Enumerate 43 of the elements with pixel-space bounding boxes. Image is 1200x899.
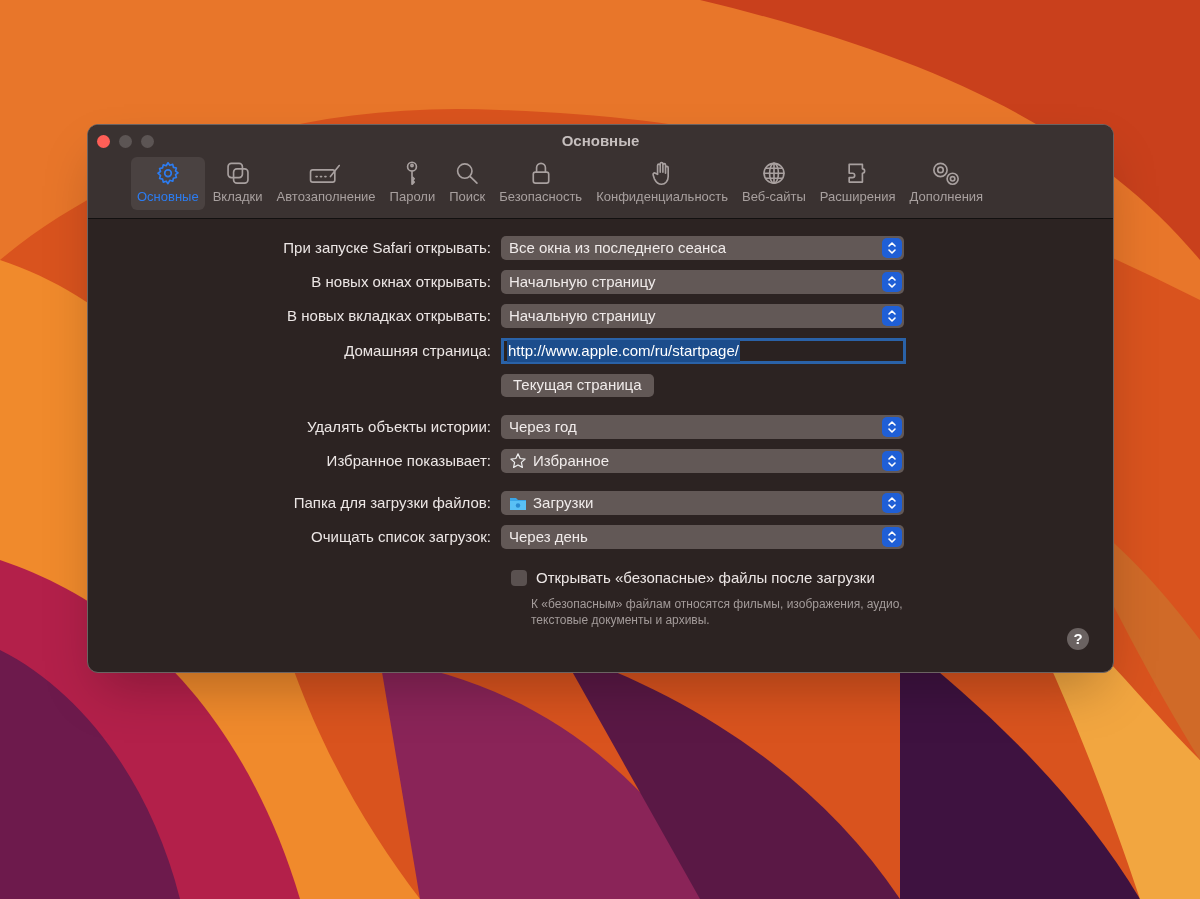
toolbar-tab[interactable]: Пароли	[383, 157, 442, 210]
popup-button[interactable]: Начальную страницу	[501, 270, 904, 294]
row-label: Очищать список загрузок:	[311, 528, 491, 545]
window-title: Основные	[561, 130, 640, 151]
toolbar-tab[interactable]: Конфиденциальность	[590, 157, 735, 210]
toolbar-tab[interactable]: Дополнения	[903, 157, 990, 210]
toolbar-tab[interactable]: Поиск	[443, 157, 492, 210]
popup-button[interactable]: Через год	[501, 415, 904, 439]
chevrons-icon	[882, 417, 902, 437]
folder-icon	[509, 495, 527, 511]
checkbox-label: Открывать «безопасные» файлы после загрузки	[536, 568, 875, 588]
row-label: В новых окнах открывать:	[311, 273, 491, 290]
chevrons-icon	[882, 238, 902, 258]
popup-button[interactable]: Все окна из последнего сеанса	[501, 236, 904, 260]
popup-button[interactable]: Через день	[501, 525, 904, 549]
row-label: При запуске Safari открывать:	[283, 239, 491, 256]
zoom-button[interactable]	[141, 134, 154, 148]
toolbar-tab[interactable]: Расширения	[813, 157, 902, 210]
popup-button[interactable]: Избранное	[501, 449, 904, 473]
help-button[interactable]: ?	[1067, 628, 1089, 650]
chevrons-icon	[882, 272, 902, 292]
popup-button[interactable]: Загрузки	[501, 491, 904, 515]
row-label: Папка для загрузки файлов:	[293, 494, 491, 511]
checkbox[interactable]	[511, 570, 527, 587]
toolbar-tab[interactable]: Вкладки	[206, 157, 269, 210]
row-label: Удалять объекты истории:	[306, 418, 491, 435]
toolbar-tab[interactable]: Веб-сайты	[736, 157, 812, 210]
chevrons-icon	[882, 527, 902, 547]
close-button[interactable]	[97, 134, 110, 148]
url-field[interactable]: http://www.apple.com/ru/startpage/	[501, 338, 906, 364]
checkbox-note: К «безопасным» файлам относятся фильмы, изображения, аудио, текстовые документы и архивы.	[530, 595, 904, 628]
chevrons-icon	[882, 493, 902, 513]
row-label: Избранное показывает:	[326, 452, 491, 469]
current-page-button[interactable]: Текущая страница	[501, 374, 654, 397]
toolbar-tab[interactable]: Автозаполнение	[270, 157, 382, 210]
chevrons-icon	[882, 306, 902, 326]
toolbar-tab[interactable]: Безопасность	[493, 157, 589, 210]
minimize-button[interactable]	[119, 134, 132, 148]
star-icon	[509, 452, 527, 470]
row-label: В новых вкладках открывать:	[287, 307, 491, 324]
chevrons-icon	[882, 451, 902, 471]
popup-button[interactable]: Начальную страницу	[501, 304, 904, 328]
row-label: Домашняя страница:	[344, 342, 491, 359]
